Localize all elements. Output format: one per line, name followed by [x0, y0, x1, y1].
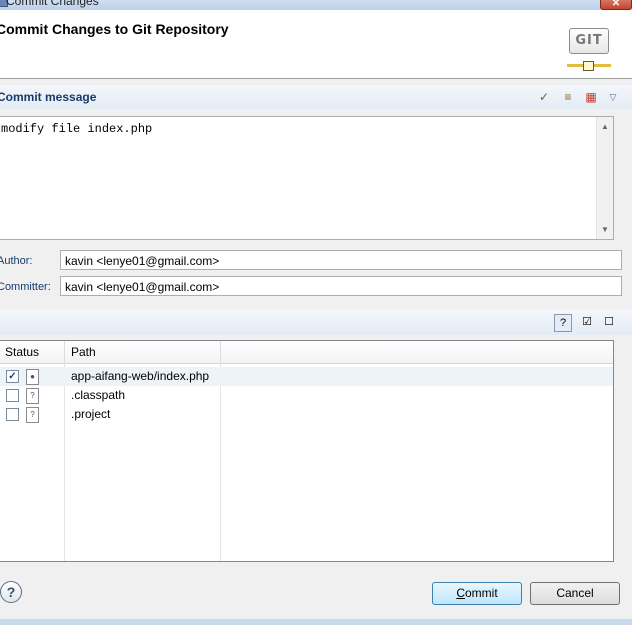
author-label: Author: [0, 255, 33, 267]
file-path: .classpath [71, 388, 126, 402]
dialog-title: Commit Changes to Git Repository [0, 21, 229, 37]
committer-field[interactable]: kavin <lenye01@gmail.com> [60, 276, 622, 296]
commit-message-section-header: Commit message ✓ ≡ ▦ ▽ [0, 85, 632, 109]
window-close-button[interactable]: ✕ [600, 0, 632, 10]
author-field[interactable]: kavin <lenye01@gmail.com> [60, 250, 622, 270]
row-checkbox[interactable] [6, 408, 19, 421]
commit-mnemonic: C [456, 586, 465, 600]
table-row[interactable]: ? .project [0, 405, 613, 424]
commit-label: ommit [465, 586, 498, 600]
commit-message-input[interactable]: modify file index.php ▲ ▼ [0, 116, 614, 240]
untracked-file-icon: ? [26, 407, 39, 423]
previous-messages-icon[interactable]: ▦ [584, 91, 598, 104]
cancel-button[interactable]: Cancel [530, 582, 620, 605]
file-path: .project [71, 407, 111, 421]
status-column-header[interactable]: Status [0, 341, 65, 363]
show-untracked-toggle-icon[interactable]: ? [554, 314, 572, 332]
files-section-toolbar: ? ☑ ☐ [0, 310, 632, 335]
untracked-file-icon: ? [26, 388, 39, 404]
window-title: Commit Changes [6, 0, 99, 8]
commit-message-text[interactable]: modify file index.php [1, 122, 152, 136]
git-logo-text: GIT [569, 28, 609, 54]
files-table-header: Status Path [0, 341, 613, 364]
chevron-down-icon[interactable]: ▽ [606, 91, 620, 104]
dialog-header: Commit Changes to Git Repository GIT [0, 10, 632, 79]
help-icon[interactable]: ? [0, 581, 22, 603]
row-checkbox[interactable]: ✓ [6, 370, 19, 383]
commit-message-scrollbar[interactable]: ▲ ▼ [596, 117, 613, 239]
committer-label: Committer: [0, 281, 51, 293]
table-row[interactable]: ? .classpath [0, 386, 613, 405]
deselect-all-icon[interactable]: ☐ [600, 314, 618, 332]
file-path: app-aifang-web/index.php [71, 369, 210, 383]
spell-check-icon[interactable]: ✓ [537, 91, 551, 104]
git-logo-icon: GIT [567, 28, 611, 76]
path-column-header[interactable]: Path [65, 341, 221, 363]
table-row[interactable]: ✓ ● app-aifang-web/index.php [0, 367, 613, 386]
window-titlebar: Commit Changes ✕ [0, 0, 632, 10]
modified-file-icon: ● [26, 369, 39, 385]
files-table: Status Path ✓ ● app-aifang-web/index.php… [0, 340, 614, 562]
select-all-icon[interactable]: ☑ [578, 314, 596, 332]
commit-message-label: Commit message [0, 90, 97, 104]
scroll-down-icon[interactable]: ▼ [601, 225, 609, 234]
scroll-up-icon[interactable]: ▲ [601, 122, 609, 131]
window-bottom-border [0, 619, 632, 625]
commit-button[interactable]: Commit [432, 582, 522, 605]
format-text-icon[interactable]: ≡ [561, 91, 575, 104]
row-checkbox[interactable] [6, 389, 19, 402]
